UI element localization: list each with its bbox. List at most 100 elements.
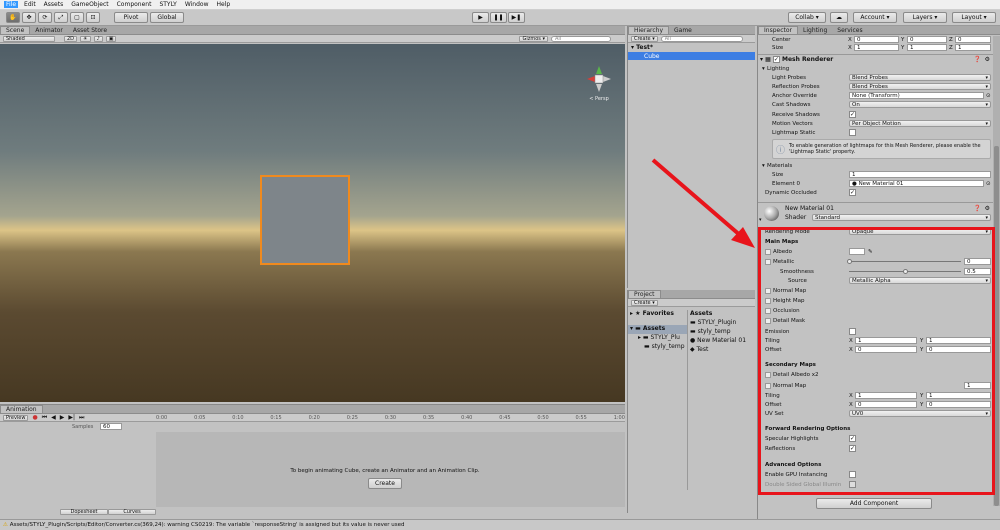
pause-button[interactable]: ❚❚ <box>490 12 507 23</box>
play-button[interactable]: ▶ <box>472 12 489 23</box>
lightmap-static-checkbox[interactable] <box>849 129 856 137</box>
file-new-material[interactable]: ● New Material 01 <box>690 337 756 346</box>
menu-styly[interactable]: STYLY <box>159 1 176 8</box>
tab-animation[interactable]: Animation <box>0 405 43 413</box>
tab-scene[interactable]: Scene <box>0 26 31 34</box>
element0-field[interactable]: ● New Material 01 <box>849 180 984 187</box>
tree-styly-plugin[interactable]: ▸ ▬ STYLY_Plu <box>628 334 687 343</box>
menu-help[interactable]: Help <box>216 1 230 8</box>
shader-dropdown[interactable]: Standard <box>812 214 991 221</box>
step-button[interactable]: ▶❚ <box>508 12 525 23</box>
shading-dropdown[interactable]: Shaded <box>3 35 55 42</box>
cube-object[interactable] <box>260 175 350 265</box>
tab-hierarchy[interactable]: Hierarchy <box>628 26 670 34</box>
motion-vectors-dropdown[interactable]: Per Object Motion <box>849 120 991 127</box>
persp-label[interactable]: < Persp <box>585 96 613 102</box>
size-y-field[interactable]: 1 <box>907 44 947 51</box>
prev-key-icon[interactable]: ◀ <box>51 414 56 421</box>
cast-shadows-dropdown[interactable]: On <box>849 101 991 108</box>
hierarchy-search-input[interactable]: All <box>660 35 743 42</box>
record-icon[interactable]: ● <box>32 414 37 421</box>
scene-expand-icon[interactable]: ▾ <box>631 44 634 51</box>
material-settings-icon[interactable]: ⚙ <box>985 205 990 212</box>
move-tool-icon[interactable]: ✥ <box>22 12 36 23</box>
rect-tool-icon[interactable]: ▢ <box>70 12 84 23</box>
mesh-renderer-header[interactable]: ▾ ▦ ✓ Mesh Renderer ❓ ⚙ <box>758 54 993 64</box>
hierarchy-create-dropdown[interactable]: Create ▾ <box>631 35 658 42</box>
object-picker-icon[interactable]: ⊙ <box>986 93 991 99</box>
hand-tool-icon[interactable]: ✋ <box>6 12 20 23</box>
scene-root-item[interactable]: ▾ Test* <box>628 43 755 52</box>
curves-tab[interactable]: Curves <box>108 509 156 515</box>
gizmos-dropdown[interactable]: Gizmos ▾ <box>519 35 548 42</box>
layers-dropdown[interactable]: Layers ▾ <box>903 12 947 23</box>
scale-tool-icon[interactable]: ⤢ <box>54 12 68 23</box>
menu-file[interactable]: File <box>4 1 19 8</box>
collab-button[interactable]: Collab ▾ <box>788 12 826 23</box>
layout-dropdown[interactable]: Layout ▾ <box>952 12 996 23</box>
menu-window[interactable]: Window <box>185 1 209 8</box>
pivot-toggle[interactable]: Pivot <box>114 12 148 23</box>
transform-tool-icon[interactable]: ⊡ <box>86 12 100 23</box>
mesh-renderer-enable-checkbox[interactable]: ✓ <box>772 56 780 63</box>
tree-styly-temp[interactable]: ▬ styly_temp <box>628 343 687 352</box>
scene-viewport[interactable]: < Persp <box>0 44 625 402</box>
samples-field[interactable]: 60 <box>100 423 122 430</box>
receive-shadows-checkbox[interactable]: ✓ <box>849 111 856 119</box>
file-styly-temp[interactable]: ▬ styly_temp <box>690 328 756 337</box>
tab-project[interactable]: Project <box>628 290 661 298</box>
add-component-label: Add Component <box>849 500 899 507</box>
menu-assets[interactable]: Assets <box>44 1 64 8</box>
tree-assets[interactable]: ▾ ▬ Assets <box>628 325 687 334</box>
tab-inspector[interactable]: Inspector <box>758 26 798 34</box>
material-help-icon[interactable]: ❓ <box>974 205 981 212</box>
timeline-ruler[interactable]: 0:00 0:05 0:10 0:15 0:20 0:25 0:30 0:35 0:40 0:45… <box>156 415 625 423</box>
rotate-tool-icon[interactable]: ⟳ <box>38 12 52 23</box>
hierarchy-item-cube[interactable]: Cube <box>628 52 755 60</box>
create-clip-button[interactable]: Create <box>368 478 402 489</box>
tab-animator[interactable]: Animator <box>30 26 68 34</box>
account-dropdown[interactable]: Account ▾ <box>853 12 897 23</box>
size-z-field[interactable]: 1 <box>955 44 991 51</box>
add-component-button[interactable]: Add Component <box>816 498 932 509</box>
component-expand-icon[interactable]: ▾ <box>760 56 763 63</box>
tab-game[interactable]: Game <box>669 26 697 34</box>
tab-services[interactable]: Services <box>832 26 867 34</box>
component-settings-icon[interactable]: ⚙ <box>985 56 990 63</box>
element0-picker-icon[interactable]: ⊙ <box>986 181 991 187</box>
center-y-field[interactable]: 0 <box>907 36 947 43</box>
tab-lighting[interactable]: Lighting <box>798 26 832 34</box>
center-x-field[interactable]: 0 <box>854 36 899 43</box>
menu-edit[interactable]: Edit <box>24 1 36 8</box>
first-key-icon[interactable]: ⏮ <box>42 414 47 422</box>
audio-toggle-icon[interactable]: ♪ <box>93 35 103 42</box>
effects-toggle-icon[interactable]: ▣ <box>105 35 117 42</box>
reflection-probes-dropdown[interactable]: Blend Probes <box>849 83 991 90</box>
size-x-field[interactable]: 1 <box>854 44 899 51</box>
menu-gameobject[interactable]: GameObject <box>71 1 108 8</box>
global-toggle[interactable]: Global <box>150 12 184 23</box>
preview-toggle[interactable]: Preview <box>3 414 29 421</box>
lighting-toggle-icon[interactable]: ☀ <box>80 35 91 42</box>
component-help-icon[interactable]: ❓ <box>974 56 981 63</box>
scene-search-input[interactable]: All <box>550 35 611 42</box>
light-probes-dropdown[interactable]: Blend Probes <box>849 74 991 81</box>
tab-asset-store[interactable]: Asset Store <box>68 26 112 34</box>
file-styly-plugin[interactable]: ▬ STYLY_Plugin <box>690 319 756 328</box>
center-z-field[interactable]: 0 <box>955 36 991 43</box>
dopesheet-tab[interactable]: Dopesheet <box>60 509 108 515</box>
play-anim-icon[interactable]: ▶ <box>60 414 65 421</box>
next-key-icon[interactable]: ▶| <box>68 414 75 421</box>
menu-component[interactable]: Component <box>117 1 152 8</box>
file-test-scene[interactable]: ◆ Test <box>690 346 756 355</box>
2d-toggle[interactable]: 2D <box>64 35 78 42</box>
mat-size-field[interactable]: 1 <box>849 171 991 178</box>
project-create-dropdown[interactable]: Create ▾ <box>631 299 658 306</box>
view-gizmo-icon[interactable]: < Persp <box>585 64 613 104</box>
status-bar[interactable]: ⚠ Assets/STYLY_Plugin/Scripts/Editor/Con… <box>0 519 1000 530</box>
dynamic-occluded-checkbox[interactable]: ✓ <box>849 189 856 197</box>
cloud-icon[interactable]: ☁ <box>830 12 848 23</box>
anchor-override-field[interactable]: None (Transform) <box>849 92 984 99</box>
favorites-item[interactable]: ▸ ★ Favorites <box>628 310 687 319</box>
last-key-icon[interactable]: ⏭ <box>79 414 84 422</box>
